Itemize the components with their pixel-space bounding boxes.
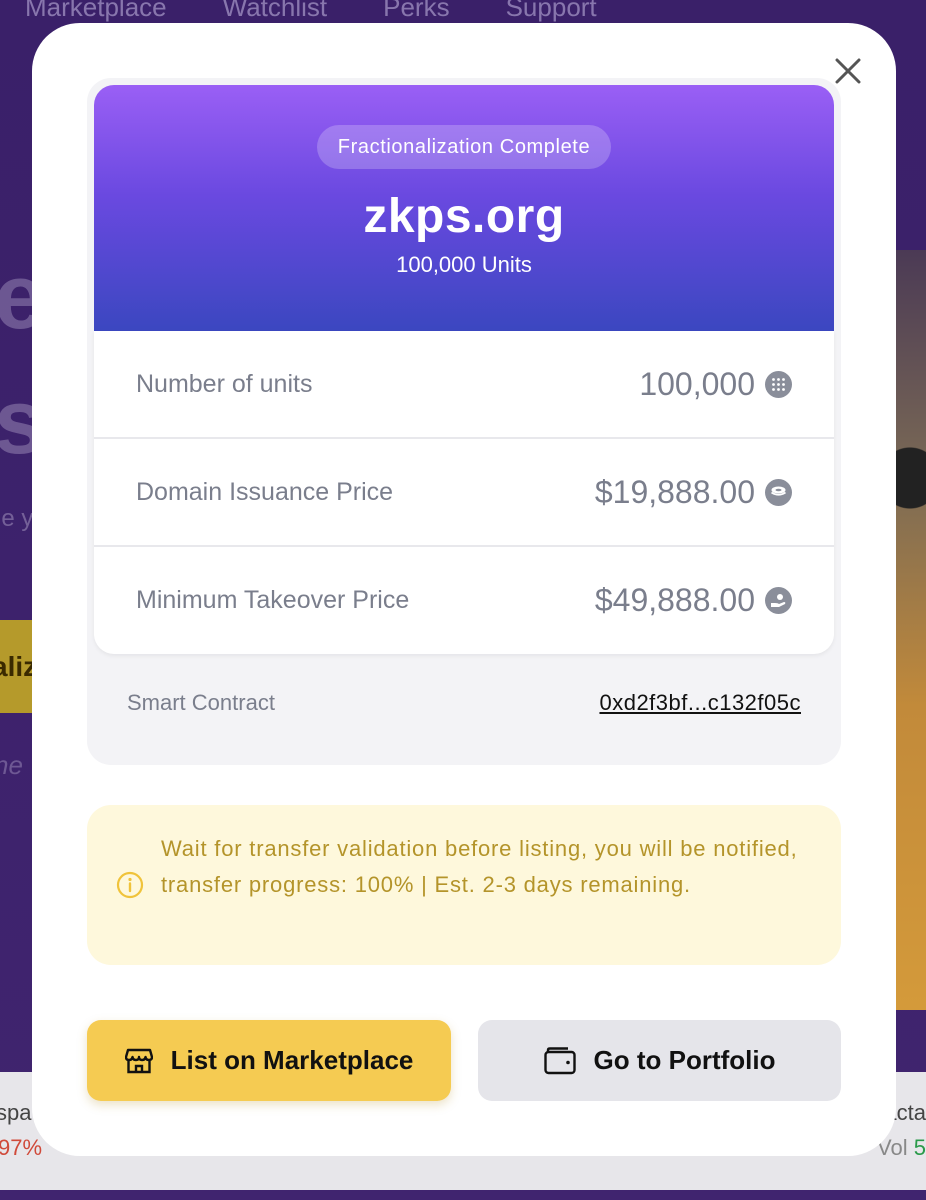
card-header: Fractionalization Complete zkps.org 100,… xyxy=(94,85,834,331)
detail-value: $19,888.00 xyxy=(594,473,755,510)
detail-label: Number of units xyxy=(136,369,313,398)
contract-label: Smart Contract xyxy=(127,690,275,715)
store-icon xyxy=(124,1048,153,1073)
domain-name: zkps.org xyxy=(363,190,565,243)
background-nav: Marketplace Watchlist Perks Support xyxy=(25,0,597,23)
detail-row-issuance-price: Domain Issuance Price $19,888.00 xyxy=(94,439,834,547)
coin-stack-icon xyxy=(765,478,792,506)
portfolio-button-label: Go to Portfolio xyxy=(593,1045,776,1075)
detail-row-units: Number of units 100,000 xyxy=(94,331,834,439)
background-italic-text: ne xyxy=(0,750,23,780)
list-button-label: List on Marketplace xyxy=(170,1045,414,1075)
grid-dots-icon xyxy=(765,370,792,398)
smart-contract-row: Smart Contract 0xd2f3bf...c132f05c xyxy=(127,690,801,716)
close-button[interactable] xyxy=(830,53,866,89)
ticker-left-change: 97% xyxy=(0,1135,43,1160)
detail-row-takeover-price: Minimum Takeover Price $49,888.00 xyxy=(94,547,834,654)
ticker-left-name: spa xyxy=(0,1100,32,1125)
hero-subtitle-fragment: le y xyxy=(0,505,34,532)
detail-value: 100,000 xyxy=(639,365,755,402)
units-subtitle: 100,000 Units xyxy=(396,252,532,277)
wallet-icon xyxy=(543,1046,576,1074)
details-list: Number of units 100,000 Domain Issuance … xyxy=(94,331,834,654)
detail-label: Minimum Takeover Price xyxy=(136,586,410,614)
notice-text: Wait for transfer validation before list… xyxy=(161,836,798,897)
list-on-marketplace-button[interactable]: List on Marketplace xyxy=(87,1020,451,1101)
detail-label: Domain Issuance Price xyxy=(136,477,394,506)
nav-support[interactable]: Support xyxy=(506,0,597,23)
domain-summary-card: Fractionalization Complete zkps.org 100,… xyxy=(87,78,841,765)
nav-marketplace[interactable]: Marketplace xyxy=(25,0,167,23)
contract-address-link[interactable]: 0xd2f3bf...c132f05c xyxy=(599,690,801,716)
status-badge: Fractionalization Complete xyxy=(316,125,612,169)
detail-value: $49,888.00 xyxy=(594,582,755,618)
transfer-notice: Wait for transfer validation before list… xyxy=(87,805,841,965)
nav-perks[interactable]: Perks xyxy=(383,0,449,23)
fractionalization-modal: Fractionalization Complete zkps.org 100,… xyxy=(32,23,896,1156)
info-icon xyxy=(116,871,144,899)
go-to-portfolio-button[interactable]: Go to Portfolio xyxy=(478,1020,841,1101)
nav-watchlist[interactable]: Watchlist xyxy=(223,0,328,23)
close-icon xyxy=(835,58,861,84)
hand-coin-icon xyxy=(765,587,792,614)
